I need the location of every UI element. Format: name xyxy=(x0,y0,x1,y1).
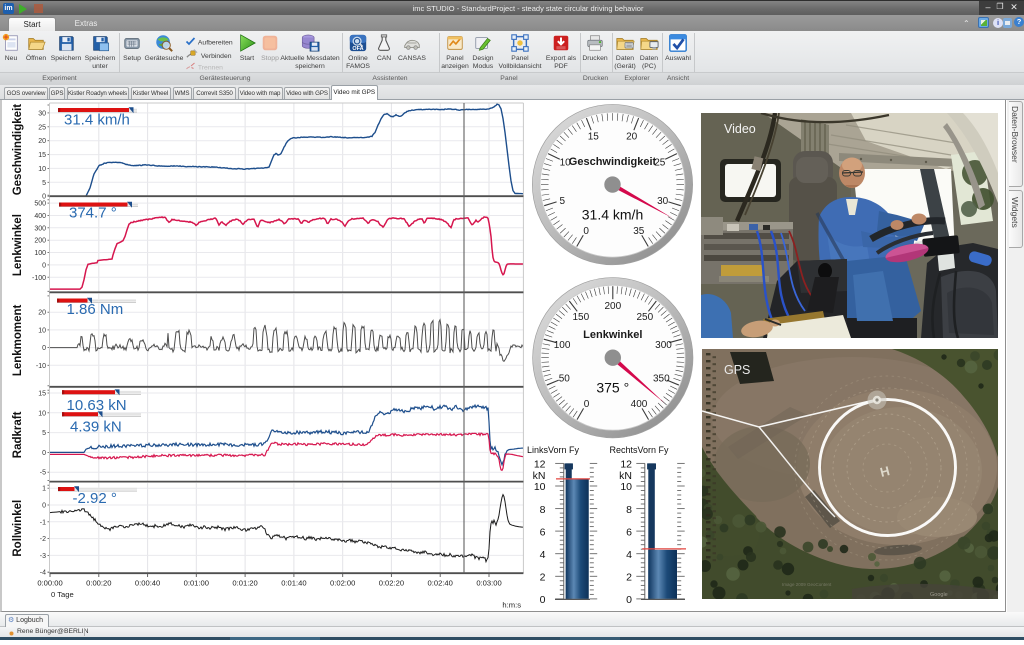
svg-text:Video: Video xyxy=(724,122,756,136)
svg-text:100: 100 xyxy=(34,250,46,257)
svg-text:Image 2009 GeoContent: Image 2009 GeoContent xyxy=(782,582,832,587)
svg-text:5: 5 xyxy=(42,430,46,437)
svg-text:15: 15 xyxy=(38,152,46,159)
svg-text:-5: -5 xyxy=(40,470,46,477)
svg-text:OFA: OFA xyxy=(352,46,363,52)
svg-text:400: 400 xyxy=(34,213,46,220)
svg-text:15: 15 xyxy=(588,132,600,143)
svg-text:4: 4 xyxy=(626,549,632,561)
svg-text:250: 250 xyxy=(636,312,653,323)
svg-text:0:03:00: 0:03:00 xyxy=(476,579,501,588)
svg-text:kN: kN xyxy=(619,470,632,482)
svg-text:0:00:40: 0:00:40 xyxy=(135,579,160,588)
svg-text:31.4 km/h: 31.4 km/h xyxy=(64,112,130,129)
svg-text:500: 500 xyxy=(34,201,46,208)
svg-text:200: 200 xyxy=(34,238,46,245)
svg-text:15: 15 xyxy=(38,391,46,398)
svg-text:Lenkmoment: Lenkmoment xyxy=(12,304,24,376)
svg-text:0: 0 xyxy=(42,503,46,510)
svg-text:0: 0 xyxy=(42,450,46,457)
svg-text:Lenkwinkel: Lenkwinkel xyxy=(12,214,24,276)
svg-text:0: 0 xyxy=(626,594,632,606)
svg-text:5: 5 xyxy=(560,196,566,207)
svg-text:0 Tage: 0 Tage xyxy=(51,590,74,599)
svg-text:Google: Google xyxy=(930,592,948,598)
svg-text:0:00:00: 0:00:00 xyxy=(37,579,62,588)
svg-text:-3: -3 xyxy=(40,553,46,560)
svg-text:20: 20 xyxy=(38,310,46,317)
svg-text:6: 6 xyxy=(626,526,632,538)
svg-text:h:m:s: h:m:s xyxy=(502,601,521,610)
svg-text:10: 10 xyxy=(620,481,632,493)
svg-text:GPS: GPS xyxy=(724,363,750,377)
svg-text:0:01:40: 0:01:40 xyxy=(281,579,306,588)
svg-text:10: 10 xyxy=(38,410,46,417)
svg-text:400: 400 xyxy=(631,399,648,410)
svg-text:5: 5 xyxy=(42,180,46,187)
svg-text:0: 0 xyxy=(540,594,546,606)
svg-text:0: 0 xyxy=(584,399,590,410)
svg-text:10: 10 xyxy=(38,166,46,173)
svg-text:350: 350 xyxy=(653,374,670,385)
svg-text:kN: kN xyxy=(533,470,546,482)
svg-text:31.4 km/h: 31.4 km/h xyxy=(582,207,643,223)
svg-text:30: 30 xyxy=(38,110,46,117)
svg-text:375 °: 375 ° xyxy=(596,380,629,396)
svg-text:35: 35 xyxy=(633,226,645,237)
svg-text:0:02:00: 0:02:00 xyxy=(330,579,355,588)
svg-text:1: 1 xyxy=(42,486,46,493)
svg-text:0: 0 xyxy=(42,345,46,352)
svg-text:150: 150 xyxy=(572,312,589,323)
svg-text:Lenkwinkel: Lenkwinkel xyxy=(583,329,642,341)
svg-text:0: 0 xyxy=(583,226,589,237)
svg-text:12: 12 xyxy=(620,459,632,471)
svg-text:374.7 °: 374.7 ° xyxy=(69,205,117,222)
svg-text:Rollwinkel: Rollwinkel xyxy=(12,500,24,557)
svg-text:-100: -100 xyxy=(32,275,46,282)
svg-text:12: 12 xyxy=(534,459,546,471)
svg-text:300: 300 xyxy=(34,225,46,232)
svg-text:0:02:20: 0:02:20 xyxy=(379,579,404,588)
svg-text:-2: -2 xyxy=(40,536,46,543)
svg-text:10.63 kN: 10.63 kN xyxy=(67,397,127,414)
svg-text:4: 4 xyxy=(540,549,546,561)
svg-text:30: 30 xyxy=(657,196,669,207)
svg-text:0:01:20: 0:01:20 xyxy=(232,579,257,588)
svg-text:10: 10 xyxy=(534,481,546,493)
svg-text:Geschwindigkeit: Geschwindigkeit xyxy=(569,156,657,168)
svg-text:LinksVorn Fy: LinksVorn Fy xyxy=(527,445,580,455)
svg-text:0:01:00: 0:01:00 xyxy=(184,579,209,588)
svg-text:8: 8 xyxy=(626,504,632,516)
svg-text:0: 0 xyxy=(42,262,46,269)
svg-text:10: 10 xyxy=(38,327,46,334)
svg-text:200: 200 xyxy=(604,301,621,312)
svg-text:-4: -4 xyxy=(40,570,46,577)
svg-text:8: 8 xyxy=(540,504,546,516)
svg-text:-1: -1 xyxy=(40,519,46,526)
svg-text:20: 20 xyxy=(626,132,638,143)
svg-text:Radkraft: Radkraft xyxy=(12,411,24,458)
svg-text:6: 6 xyxy=(540,526,546,538)
svg-text:25: 25 xyxy=(38,124,46,131)
svg-text:-10: -10 xyxy=(36,363,46,370)
svg-text:0:02:40: 0:02:40 xyxy=(428,579,453,588)
svg-text:RechtsVorn Fy: RechtsVorn Fy xyxy=(609,445,669,455)
svg-text:Geschwindigkeit: Geschwindigkeit xyxy=(12,104,24,196)
svg-text:300: 300 xyxy=(655,340,672,351)
svg-text:2: 2 xyxy=(626,572,632,584)
svg-text:100: 100 xyxy=(554,340,571,351)
svg-text:-2.92 °: -2.92 ° xyxy=(73,490,117,507)
svg-text:4.39 kN: 4.39 kN xyxy=(70,419,122,436)
svg-text:2: 2 xyxy=(540,572,546,584)
svg-text:0:00:20: 0:00:20 xyxy=(86,579,111,588)
svg-text:20: 20 xyxy=(38,138,46,145)
svg-text:1.86 Nm: 1.86 Nm xyxy=(67,301,124,318)
svg-text:50: 50 xyxy=(559,374,571,385)
